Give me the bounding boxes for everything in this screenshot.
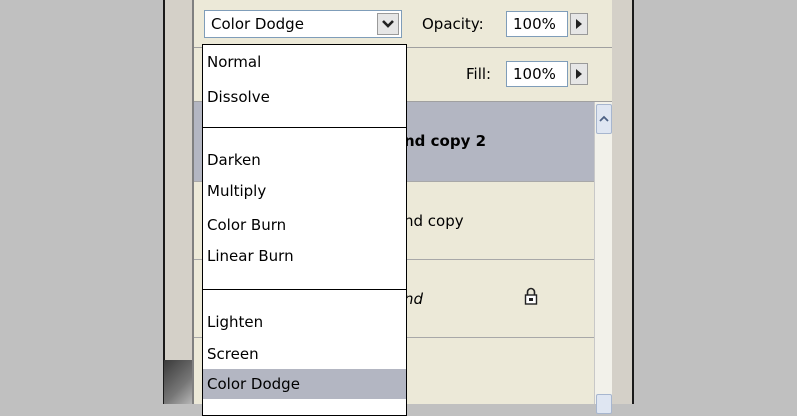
background-right: [634, 0, 797, 404]
layer-name: nd copy 2: [404, 132, 487, 150]
triangle-right-icon: [576, 19, 582, 29]
image-canvas-edge: [164, 360, 194, 404]
blend-option-color-burn[interactable]: Color Burn: [203, 210, 406, 240]
scroll-up-arrow-icon[interactable]: [596, 104, 612, 134]
blend-option-lighten[interactable]: Lighten: [203, 307, 406, 337]
option-group-separator: [203, 127, 406, 128]
triangle-right-icon: [576, 69, 582, 79]
fill-slider-button[interactable]: [570, 63, 588, 85]
blend-mode-dropdown-list: Normal Dissolve Darken Multiply Color Bu…: [202, 44, 407, 416]
opacity-input[interactable]: 100%: [506, 11, 568, 37]
scroll-down-button[interactable]: [596, 394, 612, 414]
blend-option-normal[interactable]: Normal: [203, 47, 406, 77]
fill-label: Fill:: [466, 65, 492, 83]
fill-input[interactable]: 100%: [506, 61, 568, 87]
blend-mode-value: Color Dodge: [211, 15, 304, 33]
window-frame-left: [163, 0, 192, 404]
opacity-slider-button[interactable]: [570, 13, 588, 35]
layers-scrollbar[interactable]: [594, 102, 612, 414]
blend-mode-select[interactable]: Color Dodge: [204, 10, 402, 38]
chevron-down-icon[interactable]: [377, 13, 399, 35]
blend-option-multiply[interactable]: Multiply: [203, 176, 406, 206]
blend-option-screen[interactable]: Screen: [203, 339, 406, 369]
blend-options-bar: Color Dodge Opacity: 100%: [194, 0, 612, 48]
blend-option-color-dodge[interactable]: Color Dodge: [203, 369, 406, 399]
opacity-label: Opacity:: [422, 15, 484, 33]
background-left: [0, 0, 163, 404]
window-frame-right: [612, 0, 634, 404]
blend-option-darken[interactable]: Darken: [203, 145, 406, 175]
blend-option-dissolve[interactable]: Dissolve: [203, 82, 406, 112]
lock-icon: [524, 287, 538, 309]
blend-option-linear-burn[interactable]: Linear Burn: [203, 241, 406, 271]
option-group-separator: [203, 289, 406, 290]
layer-name: nd copy: [404, 212, 464, 230]
